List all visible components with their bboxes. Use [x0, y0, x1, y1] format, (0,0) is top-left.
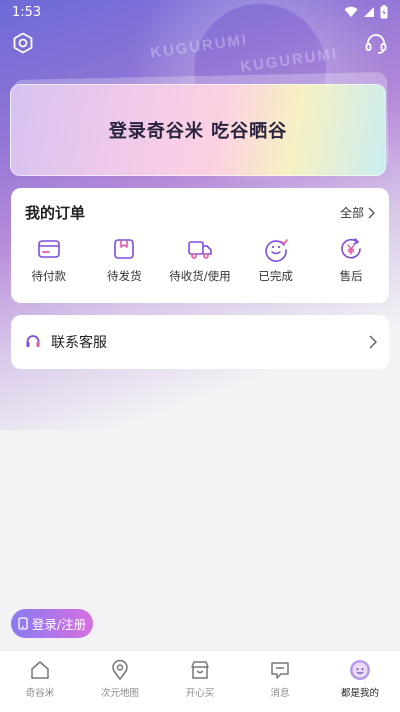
nav-label: 开心买	[185, 688, 215, 699]
orders-all-label: 全部	[339, 206, 364, 220]
login-register-button[interactable]: 登录/注册	[11, 609, 93, 638]
login-card[interactable]: 登录奇谷米 吃谷晒谷	[10, 84, 386, 176]
signal-icon	[364, 7, 374, 17]
chevron-right-icon	[368, 207, 375, 218]
orders-title: 我的订单	[25, 204, 86, 222]
contact-service-label: 联系客服	[51, 335, 107, 351]
status-time: 1:53	[12, 4, 42, 20]
order-pending-receive[interactable]: 待收货/使用	[163, 236, 237, 284]
nav-item-messages[interactable]: 消息	[240, 651, 320, 712]
status-icons	[344, 5, 388, 19]
order-label: 待付款	[31, 269, 67, 283]
headset-icon[interactable]	[364, 32, 388, 56]
order-label: 待收货/使用	[169, 269, 231, 283]
nav-item-profile[interactable]: 都是我的	[320, 651, 400, 712]
top-toolbar	[0, 32, 400, 56]
avatar-icon	[350, 660, 370, 680]
orders-header: 我的订单 全部	[25, 202, 375, 223]
phone-icon	[18, 617, 28, 630]
yen-return-icon	[341, 238, 361, 259]
orders-row: 待付款 待发货 待收货/使用 已完成 售后	[11, 236, 389, 284]
battery-icon	[380, 5, 388, 19]
order-pending-payment[interactable]: 待付款	[12, 236, 86, 284]
bottom-nav: 奇谷米 次元地图 开心买 消息 都是我的	[0, 650, 400, 712]
nav-item-shop[interactable]: 开心买	[160, 651, 240, 712]
orders-all-link[interactable]: 全部	[340, 204, 375, 221]
nav-label: 都是我的	[340, 688, 379, 699]
settings-icon[interactable]	[12, 32, 34, 54]
login-register-label: 登录/注册	[31, 617, 87, 632]
status-bar: 1:53	[0, 0, 400, 24]
order-label: 售后	[339, 269, 363, 283]
nav-label: 消息	[270, 688, 290, 699]
package-icon	[114, 239, 135, 259]
nav-label: 奇谷米	[25, 688, 55, 699]
chevron-right-icon	[369, 335, 377, 349]
order-pending-ship[interactable]: 待发货	[87, 236, 161, 284]
headset-icon	[26, 335, 40, 347]
smile-check-icon	[264, 239, 288, 262]
nav-label: 次元地图	[100, 688, 139, 699]
order-after-sales[interactable]: 售后	[314, 236, 388, 284]
orders-card: 我的订单 全部 待付款 待发货 待收货/使用 已完成 售后	[11, 188, 389, 303]
truck-icon	[188, 241, 212, 259]
map-pin-icon	[112, 659, 128, 681]
order-label: 已完成	[258, 269, 293, 283]
nav-item-map[interactable]: 次元地图	[80, 651, 160, 712]
message-icon	[271, 662, 289, 679]
order-label: 待发货	[107, 269, 142, 283]
order-completed[interactable]: 已完成	[239, 236, 313, 284]
nav-item-home[interactable]: 奇谷米	[0, 651, 80, 712]
wallet-icon	[37, 240, 60, 258]
wifi-icon	[344, 6, 358, 17]
contact-service-row[interactable]: 联系客服	[11, 315, 389, 369]
home-icon	[31, 661, 49, 679]
shop-icon	[191, 661, 209, 679]
login-card-text: 登录奇谷米 吃谷晒谷	[108, 121, 288, 142]
